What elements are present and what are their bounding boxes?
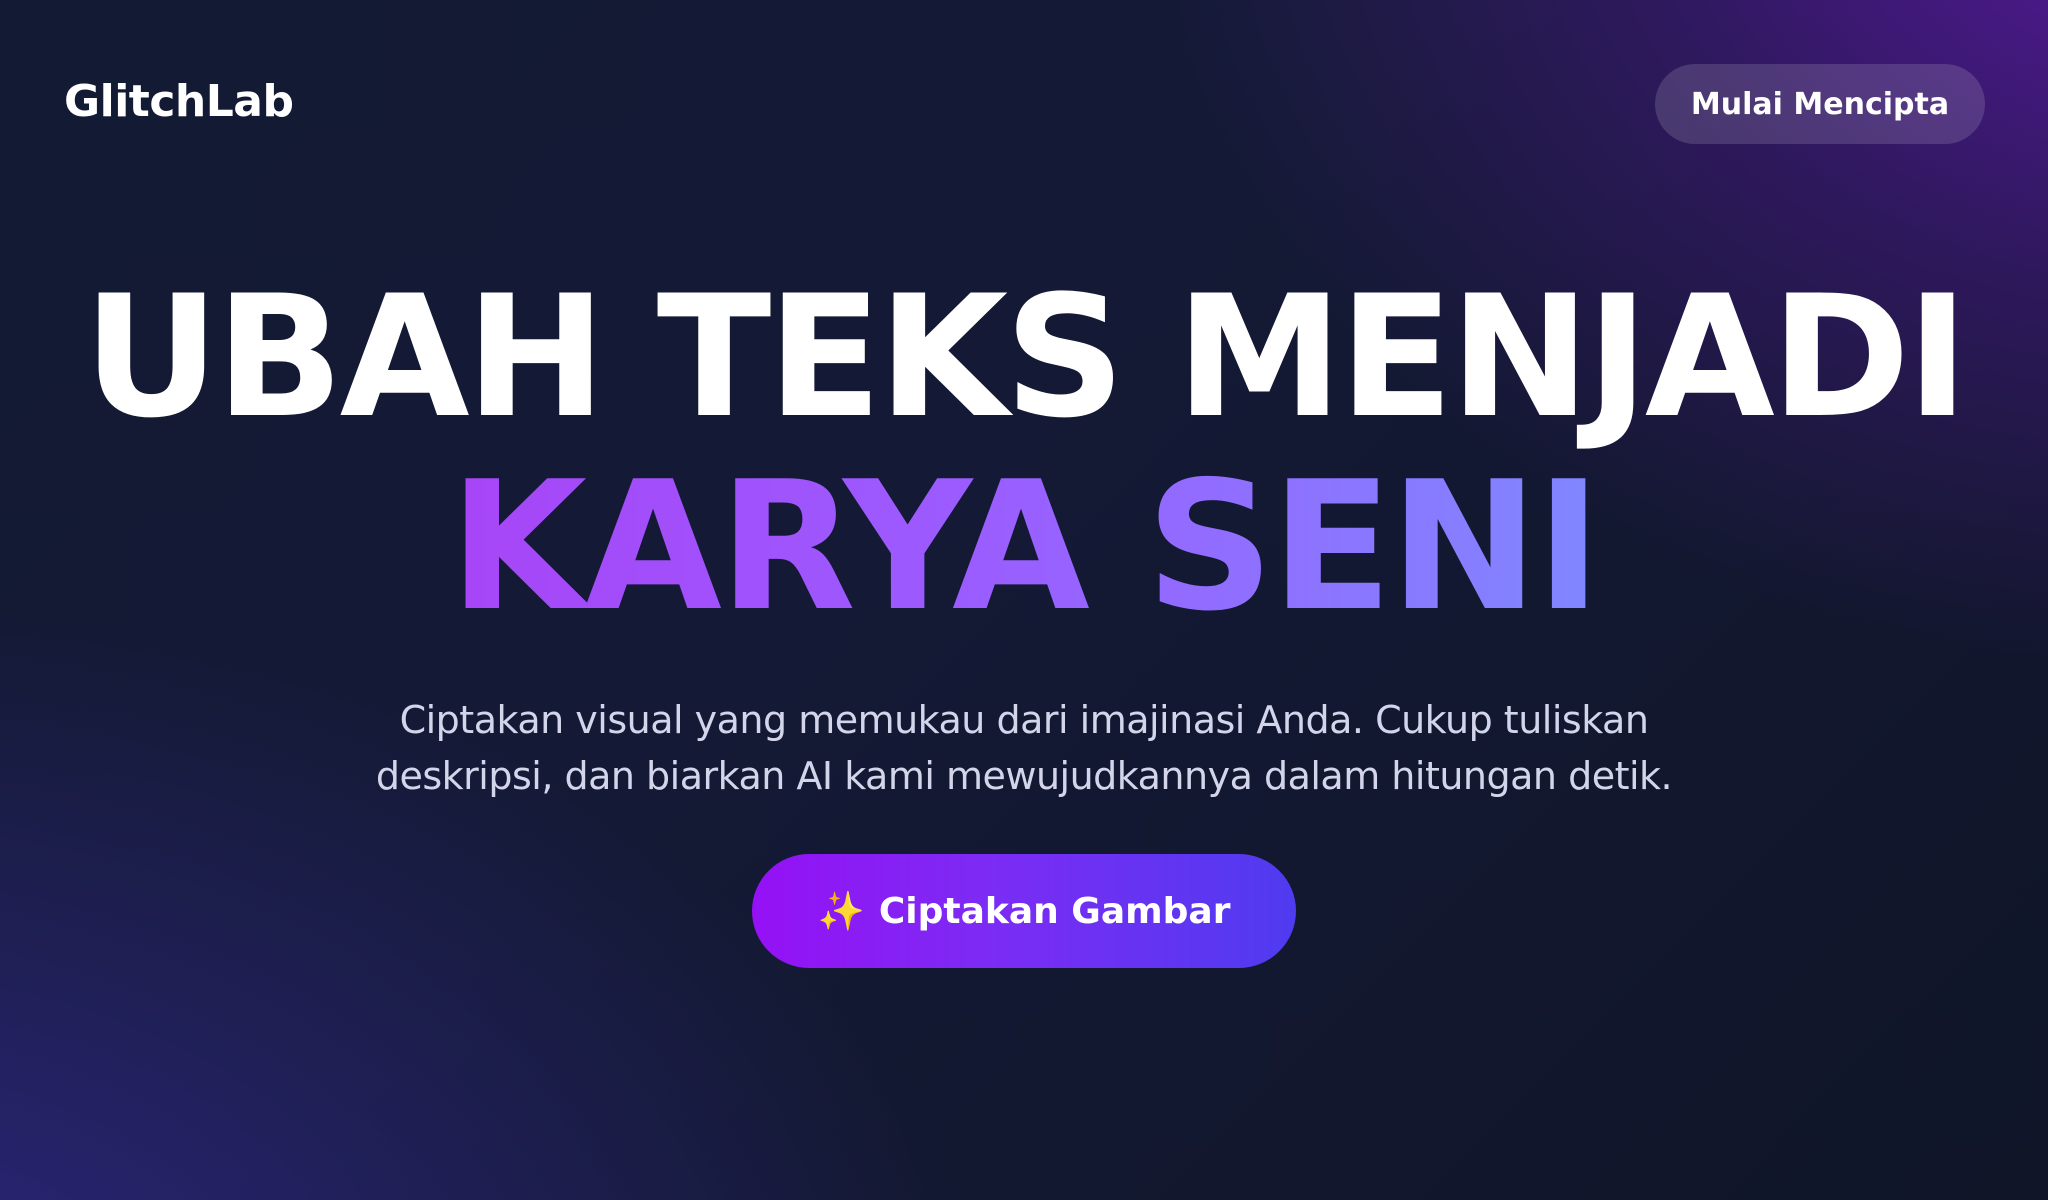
- create-image-button-label: Ciptakan Gambar: [878, 890, 1231, 932]
- hero-subtitle-line1: Ciptakan visual yang memukau dari imajin…: [399, 698, 1649, 742]
- start-creating-button[interactable]: Mulai Mencipta: [1655, 64, 1985, 144]
- hero-headline-line1: UBAH TEKS MENJADI: [83, 259, 1969, 455]
- hero-subtitle-line2: deskripsi, dan biarkan AI kami mewujudka…: [375, 754, 1673, 798]
- hero-headline-highlight: KARYA SENI: [449, 443, 1602, 650]
- brand-logo[interactable]: GlitchLab: [64, 74, 294, 130]
- hero-subtitle: Ciptakan visual yang memukau dari imajin…: [294, 692, 1754, 804]
- create-image-button[interactable]: ✨ Ciptakan Gambar: [752, 854, 1296, 968]
- hero-headline-line2: KARYA SENI: [0, 452, 2048, 642]
- sparkle-icon: ✨: [817, 889, 865, 933]
